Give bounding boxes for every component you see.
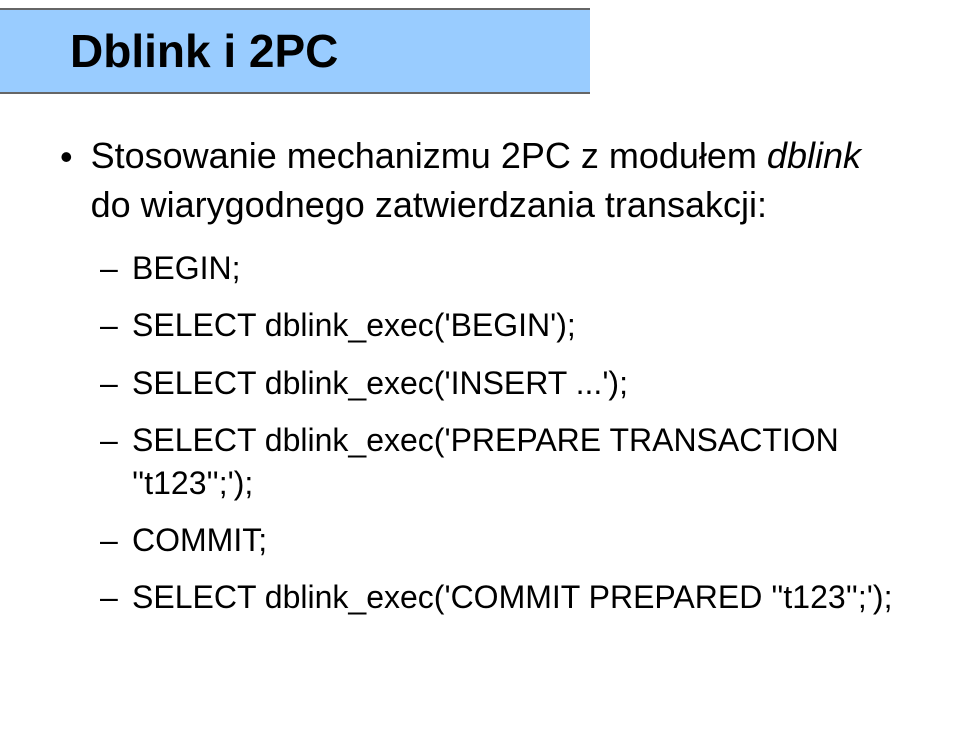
sublist-item: – SELECT dblink_exec('BEGIN'); [100,304,900,347]
slide-title-bar: Dblink i 2PC [0,8,590,94]
slide-content: • Stosowanie mechanizmu 2PC z modułem db… [0,94,960,620]
sublist-item: – SELECT dblink_exec('INSERT ...'); [100,362,900,405]
sublist-dash: – [100,419,118,462]
bullet-text-after: do wiarygodnego zatwierdzania transakcji… [91,184,767,225]
bullet-text: Stosowanie mechanizmu 2PC z modułem dbli… [91,132,900,229]
sublist-text: SELECT dblink_exec('INSERT ...'); [132,362,628,405]
sublist-dash: – [100,362,118,405]
bullet-marker: • [60,134,73,181]
sublist-item: – SELECT dblink_exec('PREPARE TRANSACTIO… [100,419,900,505]
sublist-text: COMMIT; [132,519,267,562]
sublist-dash: – [100,304,118,347]
sublist-dash: – [100,247,118,290]
sublist-item: – SELECT dblink_exec('COMMIT PREPARED ''… [100,576,900,619]
bullet-italic: dblink [767,135,861,176]
sublist-text: SELECT dblink_exec('COMMIT PREPARED ''t1… [132,576,892,619]
slide-title: Dblink i 2PC [70,25,338,77]
sublist-item: – COMMIT; [100,519,900,562]
sublist-dash: – [100,519,118,562]
sublist-text: SELECT dblink_exec('BEGIN'); [132,304,576,347]
sublist-item: – BEGIN; [100,247,900,290]
bullet-item: • Stosowanie mechanizmu 2PC z modułem db… [60,132,900,229]
sublist: – BEGIN; – SELECT dblink_exec('BEGIN'); … [100,247,900,619]
bullet-text-before: Stosowanie mechanizmu 2PC z modułem [91,135,767,176]
sublist-text: SELECT dblink_exec('PREPARE TRANSACTION … [132,419,900,505]
sublist-dash: – [100,576,118,619]
sublist-text: BEGIN; [132,247,240,290]
